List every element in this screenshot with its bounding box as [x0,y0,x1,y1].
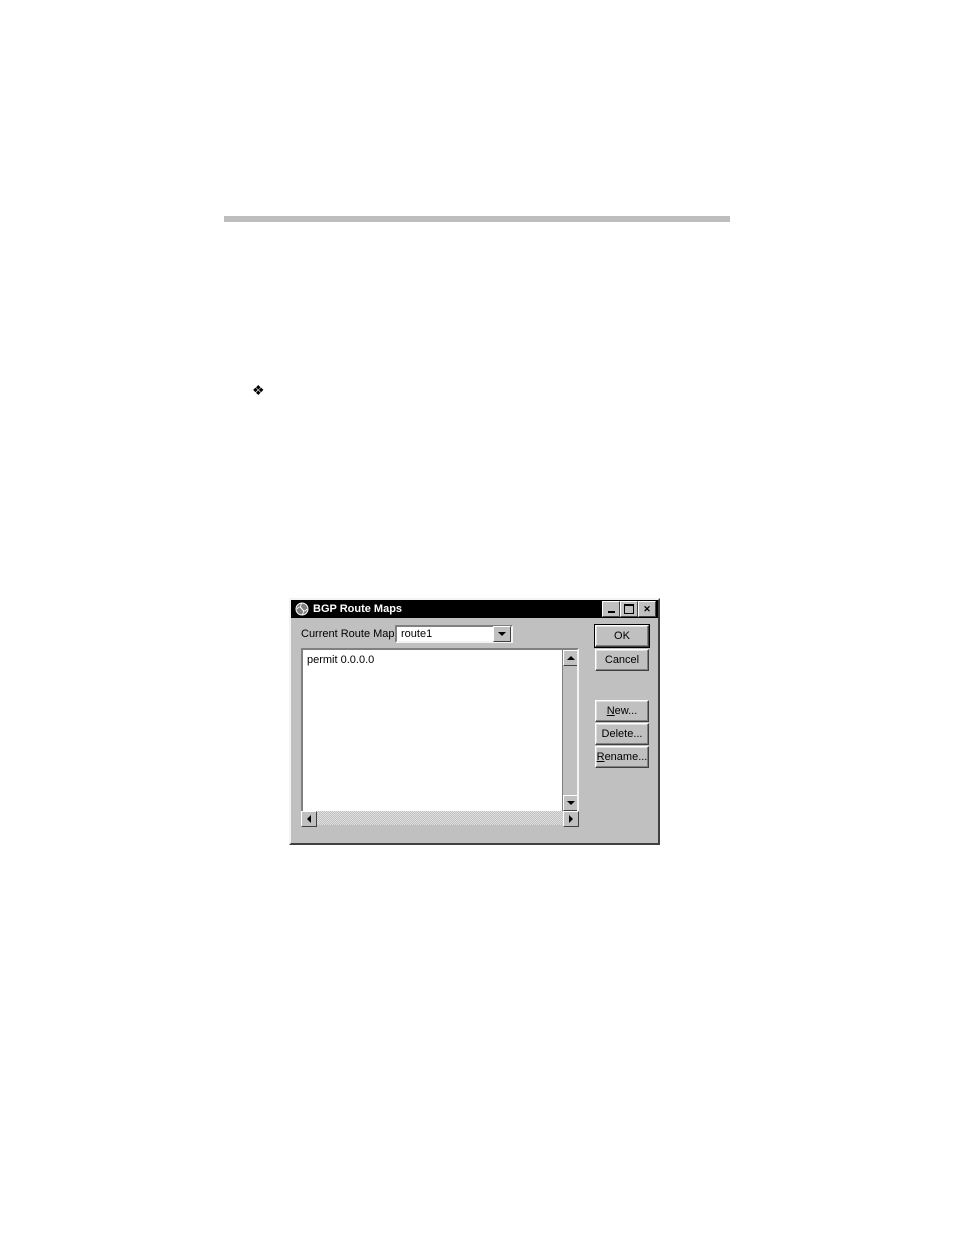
route-map-list[interactable]: permit 0.0.0.0 [301,648,579,813]
scroll-down-button[interactable] [563,795,579,811]
scroll-left-button[interactable] [301,811,317,827]
titlebar[interactable]: BGP Route Maps ✕ [291,600,658,618]
rename-button[interactable]: Rename... [595,746,649,768]
bullet-icon: ❖ [252,382,265,399]
current-route-map-combo[interactable]: route1 [395,625,513,643]
combo-dropdown-button[interactable] [493,626,511,642]
app-icon [295,602,309,616]
chevron-up-icon [567,656,575,660]
cancel-button[interactable]: Cancel [595,649,649,671]
close-button[interactable]: ✕ [638,601,656,617]
combo-value: route1 [397,628,493,640]
current-route-map-label: Current Route Map: [301,628,398,640]
horizontal-rule [224,216,730,222]
ok-button[interactable]: OK [595,625,649,647]
chevron-down-icon [567,801,575,805]
chevron-right-icon [569,815,573,823]
bgp-route-maps-dialog: BGP Route Maps ✕ Current Route Map: rout… [289,598,660,845]
list-item[interactable]: permit 0.0.0.0 [305,652,561,668]
chevron-left-icon [307,815,311,823]
chevron-down-icon [498,632,506,636]
scroll-right-button[interactable] [563,811,579,827]
horizontal-scrollbar[interactable] [301,811,579,825]
scroll-up-button[interactable] [563,650,579,666]
maximize-button[interactable] [620,601,638,617]
dialog-title: BGP Route Maps [313,603,402,615]
vertical-scrollbar[interactable] [562,650,577,811]
minimize-button[interactable] [602,601,620,617]
delete-button[interactable]: Delete... [595,723,649,745]
new-button[interactable]: New... [595,700,649,722]
